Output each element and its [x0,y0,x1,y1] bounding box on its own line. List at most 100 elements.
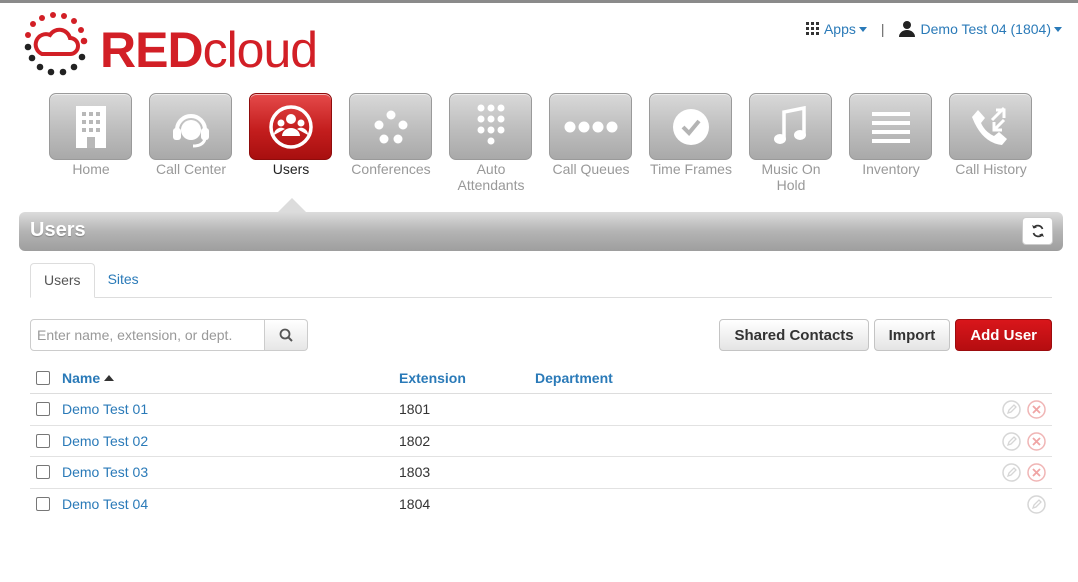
select-all-checkbox[interactable] [36,371,50,385]
refresh-icon [1031,224,1044,238]
row-actions [996,400,1046,419]
redcloud-logo[interactable]: REDcloud [24,10,354,82]
table-row: Demo Test 04 1804 [30,489,1052,521]
user-extension: 1803 [399,464,431,481]
nav-label: Call History [955,161,1027,177]
user-extension: 1802 [399,432,431,449]
nav-label: Users [272,161,310,177]
edit-icon[interactable] [1027,494,1046,514]
top-border [0,0,1078,3]
nav-label: Music On Hold [761,161,821,193]
nav-call-queues[interactable]: Call Queues [549,93,633,193]
nav-inventory[interactable]: Inventory [849,93,933,193]
nav-call-center[interactable]: Call Center [149,93,233,193]
conference-icon [374,110,407,143]
user-extension: 1804 [399,496,431,513]
nav-label: Auto Attendants [457,161,525,193]
nav-conferences[interactable]: Conferences [349,93,433,193]
user-menu[interactable]: Demo Test 04 (1804) [898,20,1062,37]
row-actions [996,431,1046,451]
search-button[interactable] [265,319,308,351]
nav-music-on-hold[interactable]: Music On Hold [749,93,833,193]
person-icon [898,21,915,37]
column-department[interactable]: Department [535,370,735,386]
nav-users[interactable]: Users [249,93,333,193]
nav-tile [749,93,832,160]
edit-icon[interactable] [1002,431,1021,451]
column-name[interactable]: Name [62,370,399,386]
active-nav-pointer [278,198,306,212]
top-right-menu: Apps | Demo Test 04 (1804) [805,20,1062,37]
nav-auto-attendants[interactable]: Auto Attendants [449,93,533,193]
apps-label: Apps [823,20,856,37]
nav-label: Inventory [862,161,920,177]
delete-icon[interactable] [1027,431,1046,451]
nav-tile [949,93,1032,160]
tab-sites[interactable]: Sites [95,263,152,298]
user-name-link[interactable]: Demo Test 03 [62,464,148,480]
refresh-button[interactable] [1022,217,1053,245]
search-input[interactable] [30,319,265,351]
edit-icon[interactable] [1002,463,1021,482]
nav-call-history[interactable]: Call History [949,93,1033,193]
menu-separator: | [880,20,885,37]
row-actions [1021,494,1046,514]
apps-grid-icon [805,22,819,35]
nav-time-frames[interactable]: Time Frames [649,93,733,193]
column-name-label: Name [62,370,101,386]
row-actions [996,463,1046,482]
nav-home[interactable]: Home [49,93,133,193]
nav-tile [849,93,932,160]
action-buttons: Shared Contacts Import Add User [714,319,1052,351]
clock-icon [672,108,709,145]
column-department-label: Department [535,370,613,386]
column-extension-label: Extension [399,370,466,386]
nav-tile [649,93,732,160]
table-row: Demo Test 02 1802 [30,426,1052,457]
users-table: Name Extension Department Demo Test 01 1… [30,363,1052,520]
section-title: Users [30,219,86,241]
row-checkbox[interactable] [36,402,50,417]
nav-label: Home [72,161,110,177]
nav-tile [449,93,532,160]
shared-contacts-button[interactable]: Shared Contacts [719,319,869,351]
import-button[interactable]: Import [873,319,951,351]
queue-dots-icon [564,121,617,132]
row-checkbox[interactable] [36,497,50,512]
delete-icon[interactable] [1027,463,1046,482]
nav-label: Call Queues [552,161,630,177]
search-group [30,319,308,351]
edit-icon[interactable] [1002,400,1021,419]
nav-tile-active [249,93,332,160]
users-icon [268,104,313,149]
logo-wordmark: REDcloud [100,22,318,78]
sort-ascending-icon [104,375,115,381]
main-nav: Home Call Center Users Conferences Auto … [49,93,1049,193]
caret-down-icon [1054,27,1062,32]
nav-tile [549,93,632,160]
tab-bar: Users Sites [30,263,1052,298]
column-extension[interactable]: Extension [399,370,535,386]
headset-icon [172,113,209,147]
nav-tile [149,93,232,160]
delete-icon[interactable] [1027,400,1046,419]
search-icon [279,328,293,342]
user-name-link[interactable]: Demo Test 02 [62,433,148,449]
apps-menu[interactable]: Apps [805,20,867,37]
section-header: Users [19,212,1063,251]
row-checkbox[interactable] [36,433,50,448]
caret-down-icon [858,27,867,32]
nav-tile [349,93,432,160]
add-user-button[interactable]: Add User [955,319,1052,351]
user-name-link[interactable]: Demo Test 01 [62,401,148,417]
nav-label: Call Center [155,161,227,177]
table-row: Demo Test 03 1803 [30,457,1052,489]
user-name-link[interactable]: Demo Test 04 [62,496,148,512]
keypad-icon [477,104,504,144]
nav-label: Conferences [351,161,431,177]
building-icon [75,105,106,148]
cloud-logo-icon [24,12,88,76]
tab-users[interactable]: Users [30,263,95,298]
row-checkbox[interactable] [36,465,50,480]
table-row: Demo Test 01 1801 [30,394,1052,426]
